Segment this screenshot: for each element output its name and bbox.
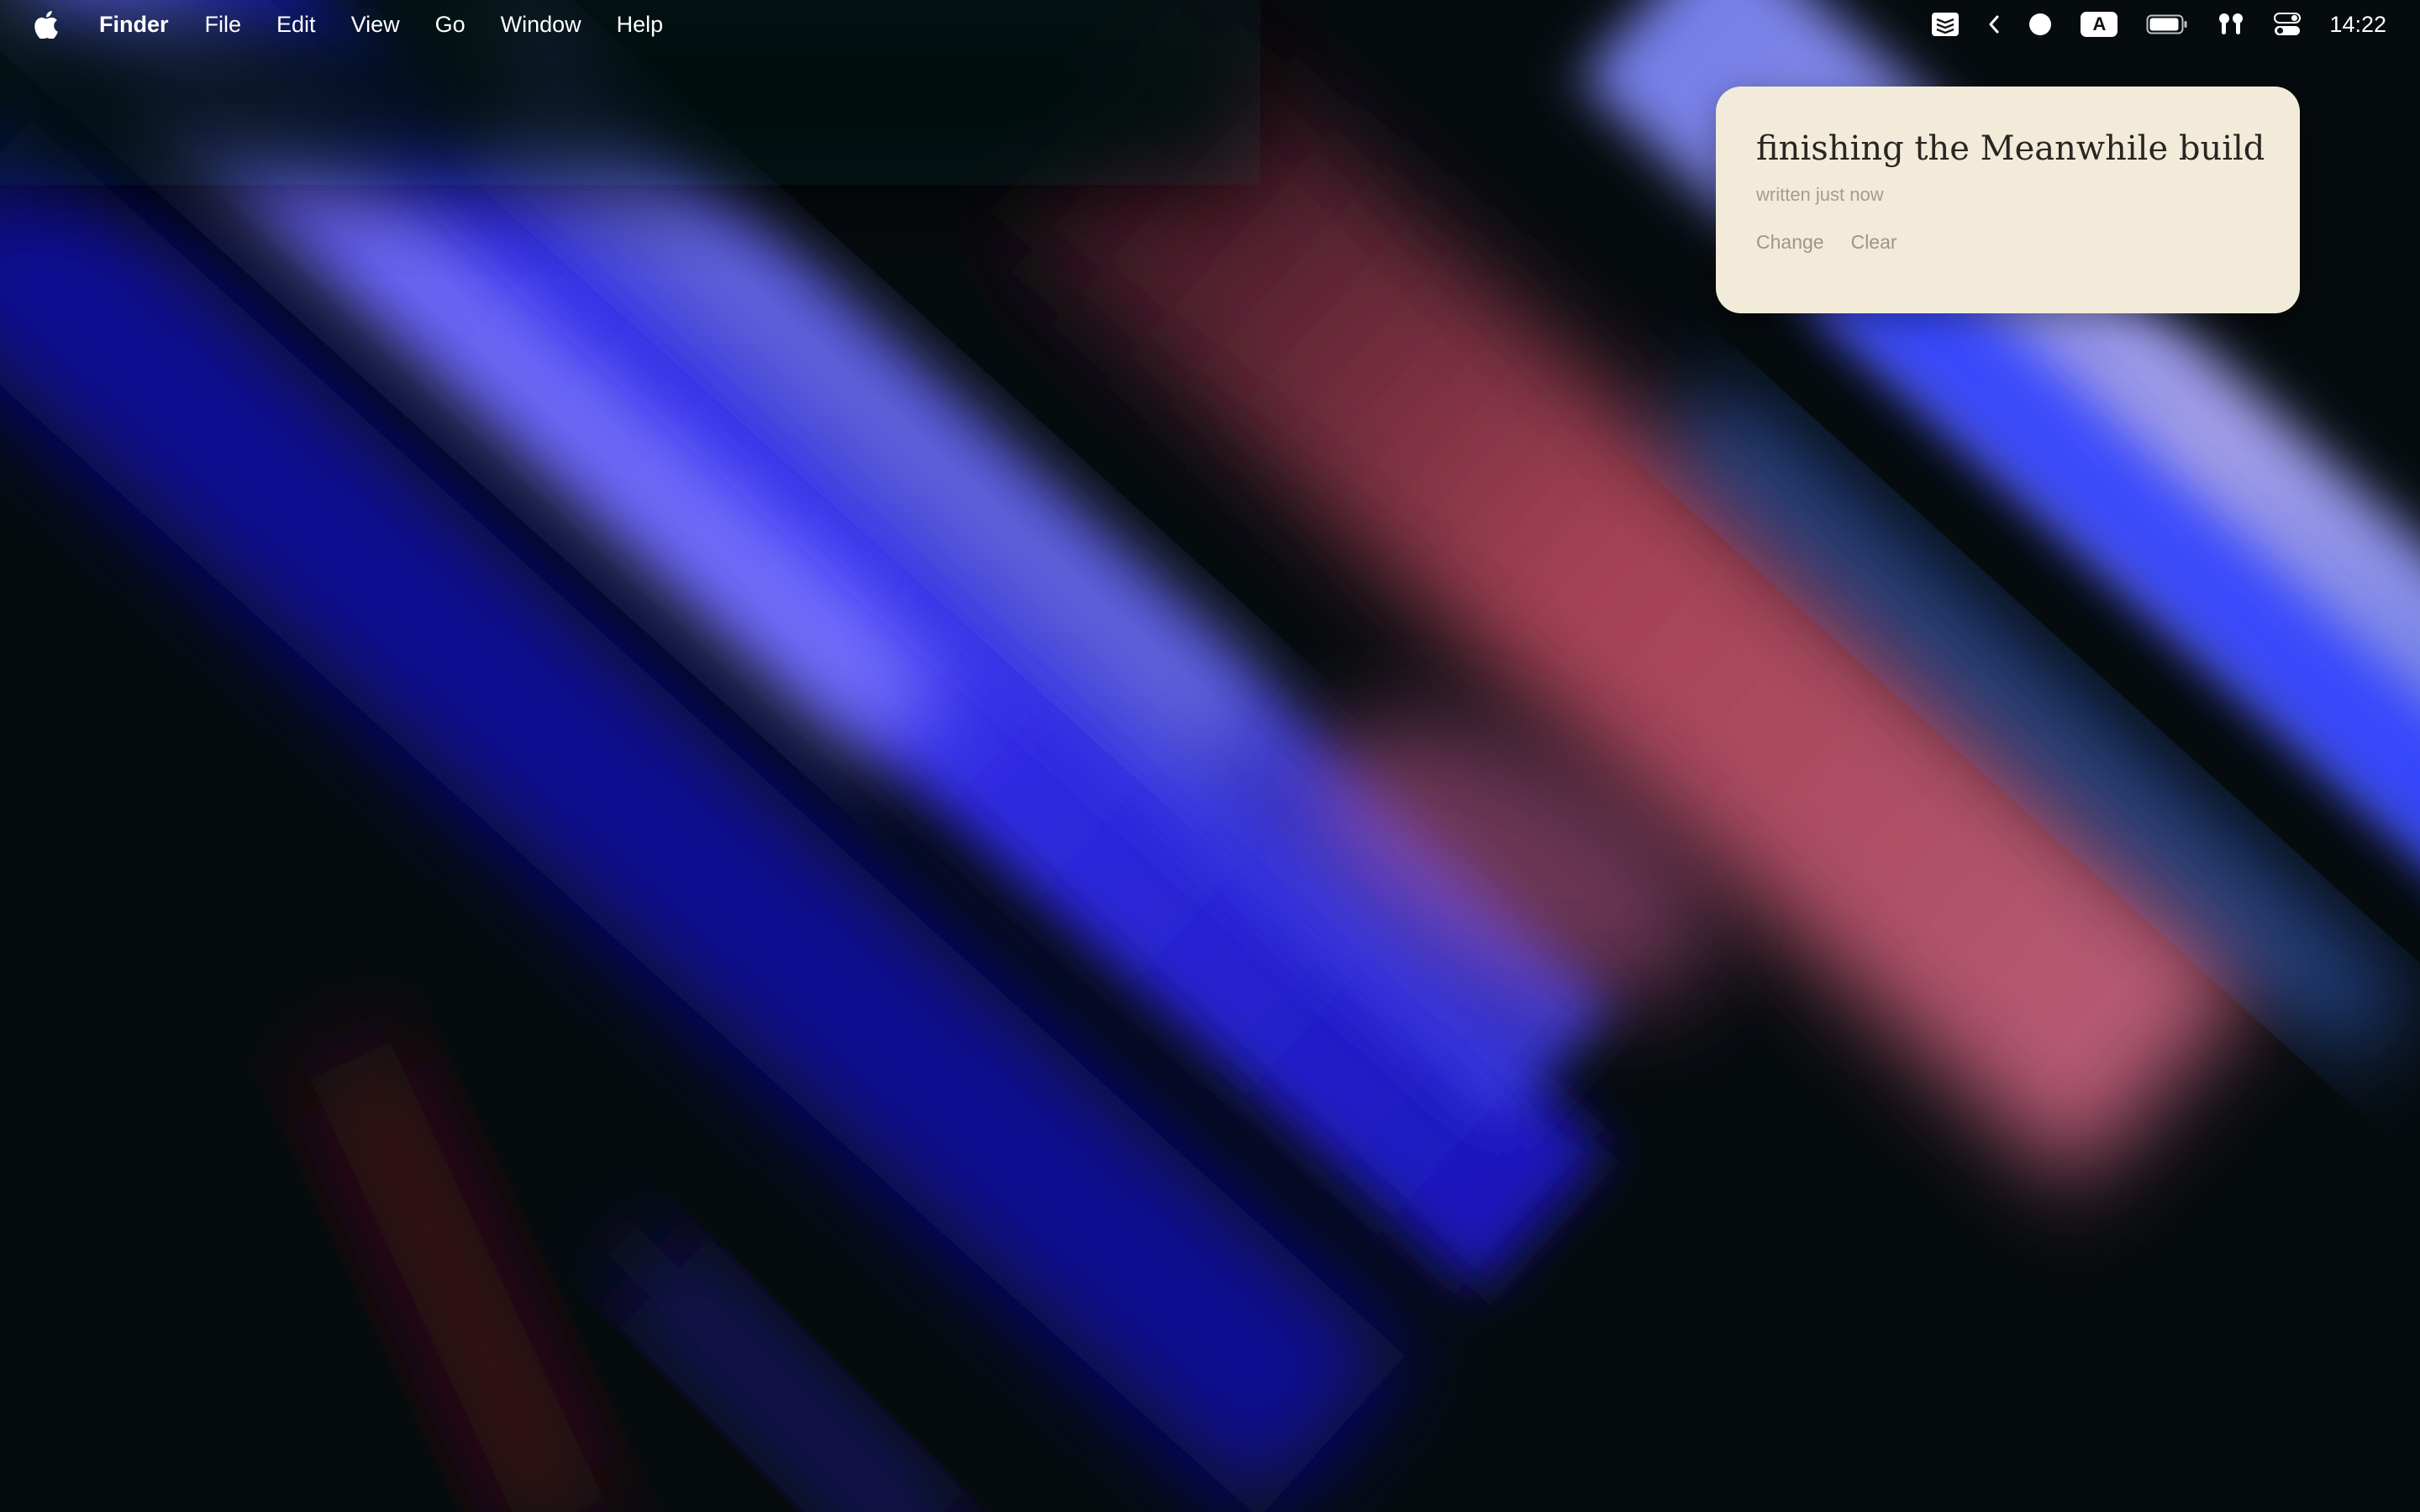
note-title[interactable]: finishing the Meanwhile build <box>1756 130 2265 167</box>
desktop: Finder File Edit View Go Window Help A 1… <box>0 0 2420 1512</box>
menu-bar-status-area: A 14:22 <box>1931 0 2420 49</box>
battery-icon[interactable] <box>2146 0 2188 49</box>
menu-help[interactable]: Help <box>599 0 681 49</box>
chevron-left-icon[interactable] <box>1988 0 2000 49</box>
record-dot-icon[interactable] <box>2028 0 2052 49</box>
note-actions: Change Clear <box>1756 231 2260 254</box>
change-button[interactable]: Change <box>1756 231 1824 254</box>
clear-button[interactable]: Clear <box>1851 231 1897 254</box>
menu-edit[interactable]: Edit <box>259 0 334 49</box>
stack-app-icon[interactable] <box>1931 0 1960 49</box>
menu-go[interactable]: Go <box>418 0 483 49</box>
control-center-icon[interactable] <box>2274 0 2302 49</box>
note-widget: finishing the Meanwhile build written ju… <box>1716 87 2300 313</box>
input-source-label: A <box>2081 12 2118 37</box>
note-timestamp: written just now <box>1756 184 1884 205</box>
menu-file[interactable]: File <box>187 0 260 49</box>
menu-bar-left: Finder File Edit View Go Window Help <box>0 0 681 49</box>
menu-bar-clock[interactable]: 14:22 <box>2329 12 2386 38</box>
apple-logo-icon[interactable] <box>34 10 59 39</box>
menu-app-finder[interactable]: Finder <box>91 0 187 49</box>
airpods-icon[interactable] <box>2217 0 2245 49</box>
menu-bar: Finder File Edit View Go Window Help A 1… <box>0 0 2420 49</box>
menu-window[interactable]: Window <box>483 0 599 49</box>
input-source-icon[interactable]: A <box>2081 0 2118 49</box>
menu-view[interactable]: View <box>334 0 418 49</box>
